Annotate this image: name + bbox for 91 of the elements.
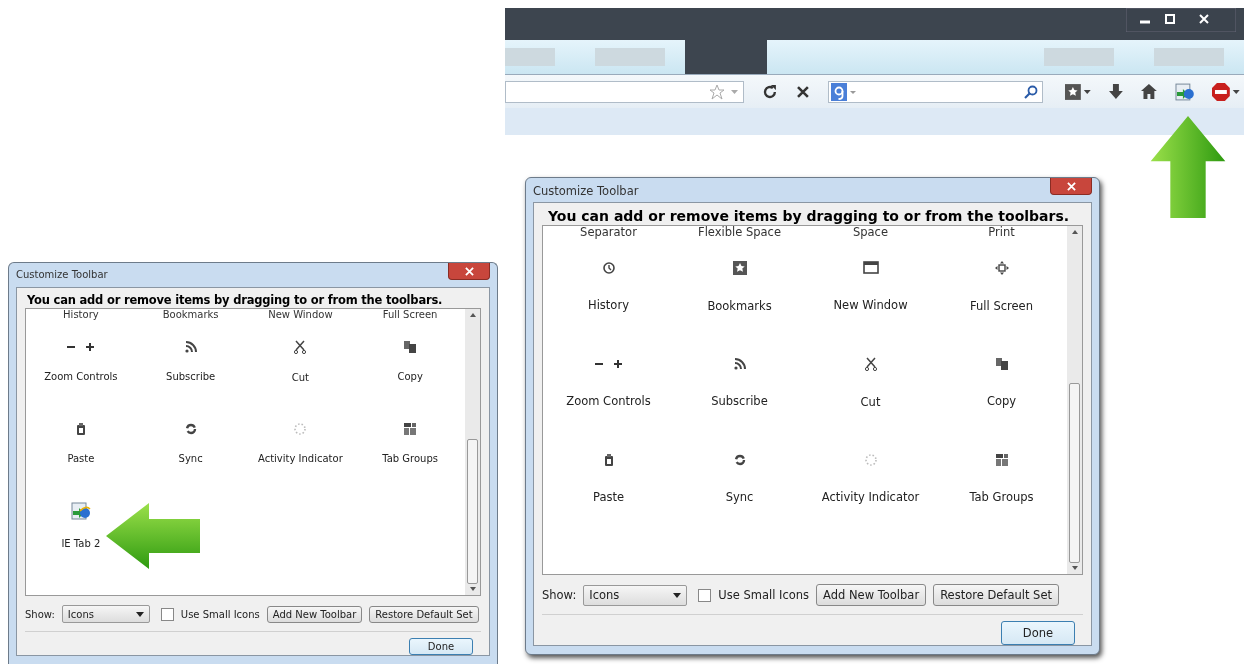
done-button[interactable]: Done bbox=[409, 638, 473, 655]
item-label: Activity Indicator bbox=[821, 489, 920, 504]
show-dropdown[interactable]: Icons bbox=[61, 605, 150, 623]
checkbox[interactable] bbox=[160, 607, 174, 621]
item-label: Paste bbox=[592, 489, 624, 504]
item-label: History bbox=[588, 297, 629, 312]
toolbar-button[interactable]: Restore Default Set bbox=[369, 605, 479, 623]
caret-icon bbox=[135, 611, 144, 617]
window-icon[interactable] bbox=[862, 261, 879, 275]
star-icon[interactable] bbox=[709, 83, 740, 100]
toolbar-button[interactable]: Add New Toolbar bbox=[816, 584, 927, 606]
copy-icon[interactable] bbox=[995, 357, 1008, 370]
close-button[interactable] bbox=[448, 263, 490, 280]
tab-groups-icon[interactable] bbox=[404, 422, 417, 435]
item-label: Subscribe bbox=[711, 393, 768, 408]
checkbox-label: Use Small Icons bbox=[180, 608, 260, 620]
item-label: Tab Groups bbox=[969, 489, 1034, 504]
bookmark-star-icon[interactable] bbox=[732, 260, 747, 275]
reload-icon[interactable] bbox=[762, 83, 779, 100]
item-label: New Window bbox=[267, 309, 334, 320]
item-label: Copy bbox=[397, 370, 423, 382]
show-label: Show: bbox=[542, 588, 577, 602]
scrollbar[interactable] bbox=[1067, 226, 1082, 574]
search-icon[interactable] bbox=[1024, 84, 1039, 99]
instruction-text: You can add or remove items by dragging to or from the toolbars. bbox=[26, 292, 444, 308]
close-icon[interactable] bbox=[796, 84, 811, 99]
toolbar-button[interactable]: Add New Toolbar bbox=[266, 605, 363, 623]
item-label: Zoom Controls bbox=[566, 393, 651, 408]
zoom-controls-icon[interactable] bbox=[65, 340, 96, 353]
feed-icon[interactable] bbox=[184, 340, 197, 353]
stop-sign-icon[interactable] bbox=[1212, 82, 1240, 101]
item-label: Cut bbox=[291, 371, 309, 383]
clipboard-icon[interactable] bbox=[603, 453, 614, 466]
clipboard-icon[interactable] bbox=[75, 422, 86, 435]
dialog-title: Customize Toolbar bbox=[533, 183, 639, 198]
sync-icon[interactable] bbox=[184, 422, 197, 435]
scroll-up-icon[interactable] bbox=[1071, 230, 1078, 234]
checkbox[interactable] bbox=[698, 588, 712, 602]
copy-icon[interactable] bbox=[404, 340, 417, 353]
dialog-title: Customize Toolbar bbox=[16, 268, 108, 280]
item-label: Space bbox=[851, 226, 889, 239]
item-label: Full Screen bbox=[970, 298, 1033, 313]
close-button[interactable] bbox=[1050, 178, 1092, 195]
item-label: Bookmarks bbox=[707, 298, 772, 313]
feed-icon[interactable] bbox=[733, 357, 746, 370]
ie-tab-icon[interactable] bbox=[70, 501, 91, 520]
ie-tab-icon[interactable] bbox=[1174, 82, 1195, 101]
item-label: Subscribe bbox=[166, 370, 216, 382]
item-label: Bookmarks bbox=[161, 309, 220, 320]
bookmarks-menu-icon[interactable] bbox=[1065, 83, 1091, 100]
checkbox-label: Use Small Icons bbox=[718, 588, 810, 602]
show-dropdown[interactable]: Icons bbox=[583, 584, 688, 606]
window-controls-icon[interactable] bbox=[1126, 8, 1236, 32]
scroll-down-icon[interactable] bbox=[1071, 566, 1078, 570]
scissors-icon[interactable] bbox=[294, 339, 307, 354]
item-label: Activity Indicator bbox=[258, 452, 343, 464]
caret-icon bbox=[673, 592, 682, 598]
tab-groups-icon[interactable] bbox=[995, 453, 1008, 466]
close-icon bbox=[1066, 181, 1076, 191]
scissors-icon[interactable] bbox=[864, 356, 877, 371]
item-label: Paste bbox=[67, 452, 95, 464]
zoom-controls-icon[interactable] bbox=[593, 357, 624, 370]
done-button[interactable]: Done bbox=[1001, 621, 1075, 645]
download-icon[interactable] bbox=[1108, 83, 1123, 100]
scroll-up-icon[interactable] bbox=[469, 313, 476, 317]
item-label: Zoom Controls bbox=[44, 370, 118, 382]
search-engine-icon[interactable] bbox=[831, 82, 858, 101]
item-label: Flexible Space bbox=[697, 226, 782, 239]
item-label: Full Screen bbox=[381, 309, 439, 320]
item-label: Tab Groups bbox=[382, 452, 438, 464]
show-label: Show: bbox=[25, 608, 55, 620]
home-icon[interactable] bbox=[1140, 84, 1157, 99]
address-field[interactable] bbox=[505, 80, 745, 103]
item-label: Separator bbox=[579, 226, 638, 239]
item-label: History bbox=[62, 309, 100, 320]
instruction-text: You can add or remove items by dragging to or from the toolbars. bbox=[547, 207, 1071, 225]
item-label: New Window bbox=[833, 298, 908, 313]
full-screen-icon[interactable] bbox=[994, 260, 1009, 275]
item-label: Print bbox=[987, 226, 1016, 239]
clock-icon[interactable] bbox=[602, 261, 615, 274]
item-label: Sync bbox=[725, 489, 754, 504]
item-label: Cut bbox=[860, 394, 881, 409]
item-label: IE Tab 2 bbox=[61, 537, 101, 549]
sync-icon[interactable] bbox=[733, 453, 746, 466]
toolbar-button[interactable]: Restore Default Set bbox=[933, 584, 1059, 606]
scroll-down-icon[interactable] bbox=[469, 587, 476, 591]
item-label: Copy bbox=[986, 393, 1017, 408]
scrollbar[interactable] bbox=[465, 309, 480, 595]
close-icon bbox=[464, 266, 474, 276]
item-label: Sync bbox=[178, 452, 203, 464]
search-field[interactable] bbox=[828, 80, 1044, 103]
